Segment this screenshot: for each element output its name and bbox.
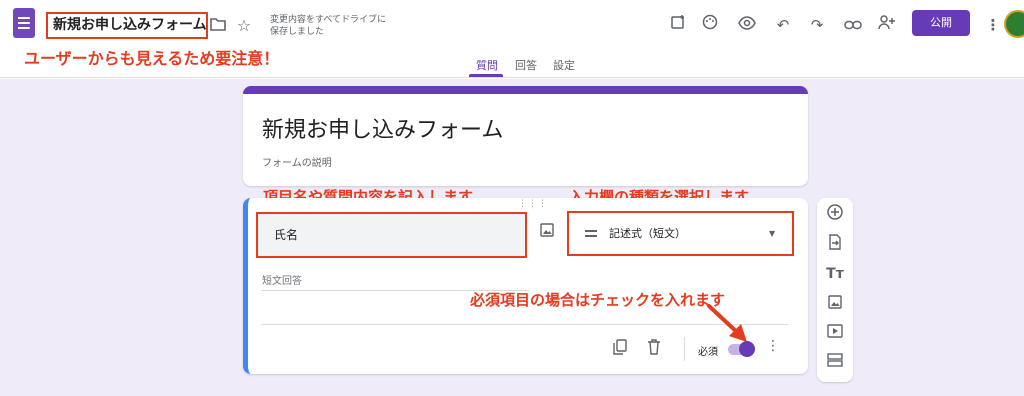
active-tab-indicator: [469, 74, 503, 77]
add-question-icon[interactable]: [824, 204, 846, 226]
add-image-icon[interactable]: [824, 293, 846, 315]
star-icon[interactable]: ☆: [233, 15, 255, 37]
question-more-icon[interactable]: ⋮: [766, 338, 780, 354]
drag-handle-icon[interactable]: ⋮⋮⋮: [518, 199, 548, 209]
form-description-field[interactable]: フォームの説明: [262, 154, 332, 169]
dropdown-caret-icon: ▼: [769, 229, 776, 238]
tab-settings[interactable]: 設定: [553, 57, 575, 73]
required-annotation: 必須項目の場合はチェックを入れます: [470, 291, 726, 309]
required-label: 必須: [698, 347, 718, 358]
more-vert-icon[interactable]: ⋮: [981, 13, 1005, 37]
question-type-label: 記述式（短文）: [609, 227, 686, 240]
import-questions-icon[interactable]: [824, 234, 846, 256]
addon-icon[interactable]: [666, 13, 690, 37]
add-image-icon[interactable]: [538, 223, 556, 241]
google-forms-icon[interactable]: [13, 8, 35, 38]
link-icon[interactable]: [841, 13, 865, 37]
add-video-icon[interactable]: [824, 322, 846, 344]
redo-icon[interactable]: ↷: [805, 13, 829, 37]
folder-icon[interactable]: [207, 15, 229, 37]
avatar[interactable]: [1004, 10, 1024, 38]
footer-separator: [684, 337, 685, 361]
question-type-select[interactable]: 記述式（短文） ▼: [567, 211, 794, 256]
tab-responses[interactable]: 回答: [515, 57, 537, 73]
tab-questions[interactable]: 質問: [476, 57, 498, 73]
save-status-line1: 変更内容をすべてドライブに: [270, 15, 387, 25]
add-title-icon[interactable]: Tт: [824, 263, 846, 285]
duplicate-icon[interactable]: [611, 339, 629, 357]
delete-icon[interactable]: [645, 339, 663, 357]
short-answer-placeholder: 短文回答: [262, 276, 302, 287]
short-text-icon: [585, 230, 597, 237]
form-title[interactable]: 新規お申し込みフォーム: [262, 112, 503, 144]
save-status: 変更内容をすべてドライブに 保存しました: [270, 14, 410, 38]
add-collaborator-icon[interactable]: [875, 13, 899, 37]
add-section-icon[interactable]: [824, 351, 846, 373]
save-status-line2: 保存しました: [270, 27, 325, 37]
document-title[interactable]: 新規お申し込みフォーム: [46, 12, 208, 39]
annotation-arrow-icon: [707, 304, 747, 342]
undo-icon[interactable]: ↶: [771, 13, 795, 37]
question-title-input[interactable]: 氏名: [256, 212, 527, 258]
palette-icon[interactable]: [698, 13, 722, 37]
title-annotation: ユーザーからも見えるため要注意！: [24, 49, 280, 68]
preview-eye-icon[interactable]: [735, 13, 759, 37]
publish-button[interactable]: 公開: [912, 10, 970, 36]
